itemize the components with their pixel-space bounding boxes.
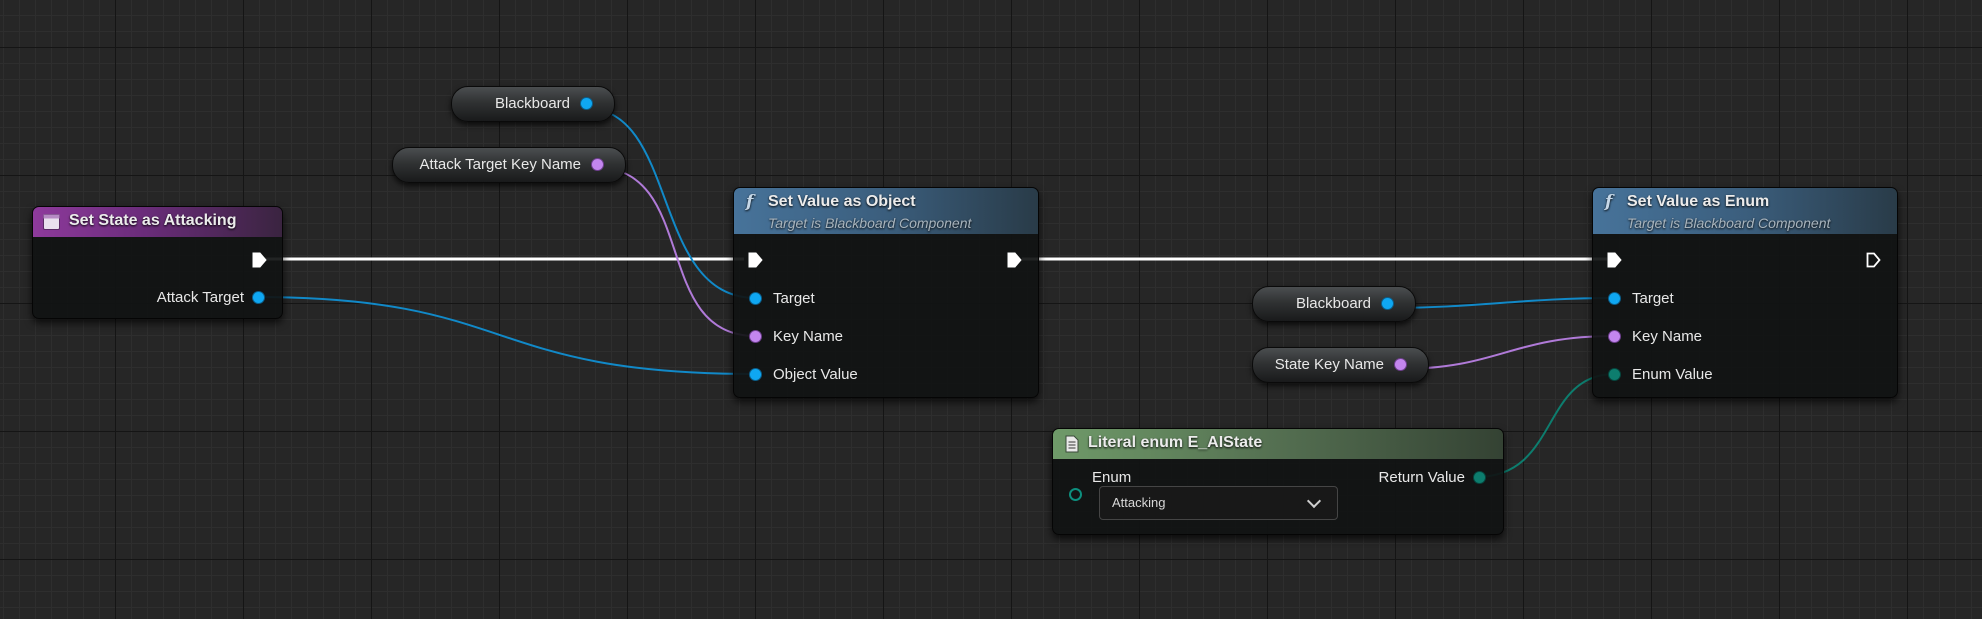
function-node-title: Set Value as Object [768, 193, 916, 210]
target-input-label: Target [1632, 290, 1674, 307]
attack-target-output-pin[interactable] [253, 292, 264, 303]
function-f-icon: f [1605, 192, 1613, 212]
getter-label: Blackboard [1295, 295, 1371, 312]
chevron-down-icon [1306, 493, 1322, 509]
attack-target-output-label: Attack Target [156, 289, 244, 306]
exec-output-pin[interactable] [252, 252, 267, 268]
getter-label: Attack Target Key Name [419, 156, 581, 173]
getter-label: Blackboard [494, 95, 570, 112]
set-value-as-object-node[interactable]: f Set Value as Object Target is Blackboa… [733, 187, 1039, 398]
wire-blackboard-to-target [584, 107, 757, 299]
exec-output-pin-unconnected[interactable] [1866, 252, 1881, 268]
object-value-input-pin[interactable] [750, 369, 761, 380]
literal-node-title: Literal enum E_AIState [1088, 434, 1263, 451]
event-node-header: Set State as Attacking [33, 207, 282, 237]
blackboard-getter-node[interactable]: Blackboard [451, 86, 615, 122]
exec-input-pin[interactable] [748, 252, 763, 268]
enum-value-input-label: Enum Value [1632, 366, 1713, 383]
set-state-as-attacking-event-node[interactable]: Set State as Attacking Attack Target [32, 206, 283, 319]
key-name-input-label: Key Name [773, 328, 844, 345]
getter-label: State Key Name [1274, 356, 1384, 373]
wire-blackboard2-to-target [1384, 297, 1616, 309]
blackboard-output-pin[interactable] [581, 98, 592, 109]
key-name-input-label: Key Name [1632, 328, 1703, 345]
literal-doc-icon [1065, 435, 1079, 453]
return-value-output-label: Return Value [1378, 469, 1465, 486]
object-value-input-label: Object Value [773, 366, 858, 383]
state-key-name-getter-node[interactable]: State Key Name [1252, 347, 1429, 383]
wire-state-key-to-key-name [1397, 335, 1616, 370]
key-name-input-pin[interactable] [750, 331, 761, 342]
enum-value-input-pin[interactable] [1609, 369, 1620, 380]
attack-target-key-output-pin[interactable] [592, 159, 603, 170]
blackboard-output-pin[interactable] [1382, 298, 1393, 309]
target-input-pin[interactable] [1609, 293, 1620, 304]
target-input-label: Target [773, 290, 815, 307]
blackboard-getter-node[interactable]: Blackboard [1252, 286, 1416, 322]
wire-attack-target-to-object-value [254, 296, 757, 375]
enum-selected-value: Attacking [1112, 495, 1166, 510]
return-value-output-pin[interactable] [1474, 472, 1485, 483]
event-node-title: Set State as Attacking [69, 212, 237, 229]
state-key-output-pin[interactable] [1395, 359, 1406, 370]
function-node-header: f Set Value as Object Target is Blackboa… [734, 188, 1038, 234]
enum-input-pin[interactable] [1069, 488, 1082, 501]
target-input-pin[interactable] [750, 293, 761, 304]
function-node-title: Set Value as Enum [1627, 193, 1770, 210]
exec-input-pin[interactable] [1607, 252, 1622, 268]
literal-node-header: Literal enum E_AIState [1053, 429, 1503, 459]
enum-value-dropdown[interactable]: Attacking [1099, 486, 1338, 520]
literal-enum-node[interactable]: Literal enum E_AIState Enum Attacking Re… [1052, 428, 1504, 535]
wire-attack-key-to-key-name [593, 166, 757, 337]
function-node-header: f Set Value as Enum Target is Blackboard… [1593, 188, 1897, 234]
event-node-icon [43, 214, 60, 230]
attack-target-key-name-getter-node[interactable]: Attack Target Key Name [392, 147, 626, 183]
function-node-subtitle: Target is Blackboard Component [768, 215, 972, 231]
key-name-input-pin[interactable] [1609, 331, 1620, 342]
set-value-as-enum-node[interactable]: f Set Value as Enum Target is Blackboard… [1592, 187, 1898, 398]
enum-input-label: Enum [1092, 469, 1132, 486]
function-f-icon: f [746, 192, 754, 212]
function-node-subtitle: Target is Blackboard Component [1627, 215, 1831, 231]
exec-output-pin[interactable] [1007, 252, 1022, 268]
